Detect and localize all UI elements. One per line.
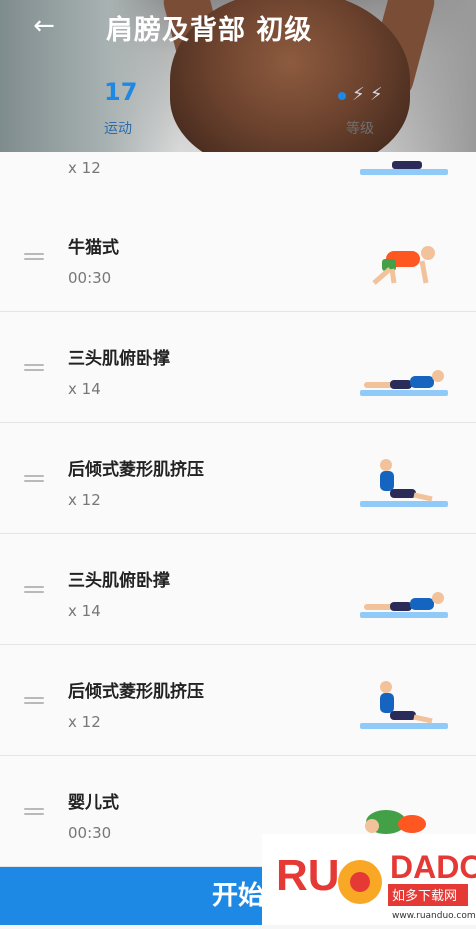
bolt-icon: ⚡: [352, 84, 365, 105]
list-item[interactable]: 后倾式菱形肌挤压 x 12: [0, 423, 476, 534]
list-item[interactable]: 三头肌俯卧撑 x 14: [0, 312, 476, 423]
watermark-logo: RU DADO 如多下载网 www.ruanduo.com: [262, 834, 476, 925]
svg-text:www.ruanduo.com: www.ruanduo.com: [392, 911, 476, 921]
drag-handle-icon[interactable]: [24, 586, 44, 594]
exercise-illustration: [360, 161, 448, 175]
bolt-icon: ⚡: [370, 84, 383, 105]
arrow-left-icon: ←: [33, 11, 55, 41]
svg-text:DADO: DADO: [390, 849, 476, 885]
exercise-name: 婴儿式: [68, 793, 119, 813]
triceps-pushup-illustration: [360, 592, 448, 618]
exercise-name: 牛猫式: [68, 238, 119, 258]
exercise-name: 三头肌俯卧撑: [68, 571, 170, 591]
exercise-name: 后倾式菱形肌挤压: [68, 460, 204, 480]
exercise-detail: x 12: [68, 713, 101, 731]
drag-handle-icon[interactable]: [24, 697, 44, 705]
exercise-list: x 12 牛猫式 00:30 三头肌俯卧撑 x 14 后倾式菱形肌挤压 x 12…: [0, 152, 476, 867]
exercise-detail: x 14: [68, 380, 101, 398]
svg-text:如多下载网: 如多下载网: [392, 888, 457, 904]
exercise-detail: x 14: [68, 602, 101, 620]
watermark-graphic: RU DADO 如多下载网 www.ruanduo.com: [262, 834, 476, 925]
list-item[interactable]: 三头肌俯卧撑 x 14: [0, 534, 476, 645]
drag-handle-icon[interactable]: [24, 475, 44, 483]
exercise-name: 三头肌俯卧撑: [68, 349, 170, 369]
svg-text:RU: RU: [276, 851, 340, 900]
page-title: 肩膀及背部 初级: [106, 15, 313, 46]
exercise-detail: 00:30: [68, 824, 112, 842]
rhomboid-squeeze-illustration: [360, 681, 448, 729]
level-indicator-dot: [338, 92, 346, 100]
exercise-count: 17: [104, 78, 138, 106]
back-button[interactable]: ←: [28, 10, 60, 42]
exercise-detail: x 12: [68, 491, 101, 509]
exercise-name: 后倾式菱形肌挤压: [68, 682, 204, 702]
list-item[interactable]: 牛猫式 00:30: [0, 201, 476, 312]
drag-handle-icon[interactable]: [24, 808, 44, 816]
triceps-pushup-illustration: [360, 370, 448, 396]
exercise-detail: 00:30: [68, 269, 112, 287]
drag-handle-icon[interactable]: [24, 364, 44, 372]
exercise-count-label: 运动: [104, 121, 132, 137]
list-item[interactable]: x 12: [0, 152, 476, 202]
start-button-label: 开始: [211, 881, 264, 911]
drag-handle-icon[interactable]: [24, 253, 44, 261]
cat-cow-illustration: [372, 246, 435, 285]
rhomboid-squeeze-illustration: [360, 459, 448, 507]
header-banner: ← 肩膀及背部 初级 17 运动 ⚡ ⚡ 等级: [0, 0, 476, 152]
level-label: 等级: [346, 121, 374, 137]
exercise-detail: x 12: [68, 159, 101, 177]
list-item[interactable]: 后倾式菱形肌挤压 x 12: [0, 645, 476, 756]
